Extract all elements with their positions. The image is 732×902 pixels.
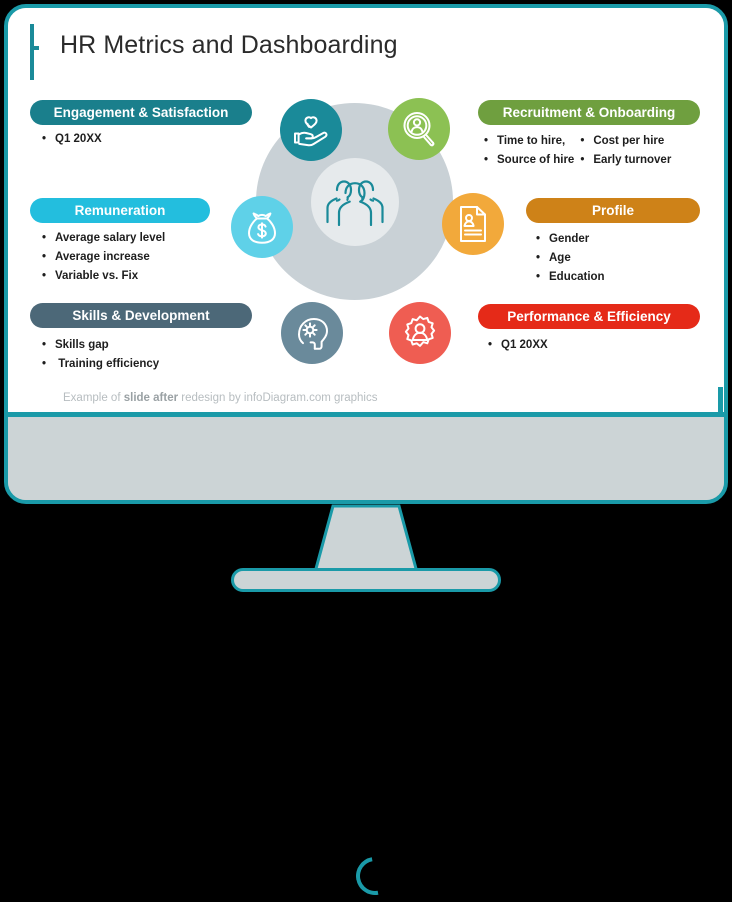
- money-bag-icon: [244, 208, 280, 246]
- label-engagement[interactable]: Engagement & Satisfaction: [30, 100, 252, 125]
- screenshot-root: HR Metrics and Dashboarding Engagement &…: [0, 0, 732, 902]
- label-recruitment[interactable]: Recruitment & Onboarding: [478, 100, 700, 125]
- monitor-lower-bezel: [8, 417, 724, 902]
- footer-suffix: redesign by infoDiagram.com graphics: [178, 392, 378, 404]
- page-title: HR Metrics and Dashboarding: [60, 31, 398, 59]
- head-gear-icon: [292, 315, 332, 351]
- title-accent-bar: [30, 24, 34, 80]
- diagram-center: [311, 158, 399, 246]
- person-magnifier-icon: [400, 110, 438, 148]
- node-skills[interactable]: [281, 302, 343, 364]
- node-profile[interactable]: [442, 193, 504, 255]
- heart-in-hand-icon: [292, 112, 330, 148]
- node-recruitment[interactable]: [388, 98, 450, 160]
- bullets-remuneration: Average salary level Average increase Va…: [42, 232, 165, 289]
- label-profile[interactable]: Profile: [526, 198, 700, 223]
- bullets-performance: Q1 20XX: [488, 339, 548, 358]
- bullets-recruitment-col2: Cost per hire Early turnover: [580, 135, 671, 173]
- bullets-skills: Skills gap Training efficiency: [42, 339, 159, 377]
- footer-bold: slide after: [123, 392, 179, 404]
- computer-monitor: HR Metrics and Dashboarding Engagement &…: [4, 4, 728, 902]
- loading-spinner-icon: [348, 849, 402, 902]
- node-engagement[interactable]: [280, 99, 342, 161]
- label-skills[interactable]: Skills & Development: [30, 303, 252, 328]
- id-document-icon: [457, 205, 489, 243]
- person-gear-icon: [400, 313, 440, 353]
- node-performance[interactable]: [389, 302, 451, 364]
- monitor-stand-neck: [283, 504, 449, 578]
- title-accent-notch: [30, 46, 39, 50]
- three-people-icon: [317, 174, 393, 231]
- monitor-screen: HR Metrics and Dashboarding Engagement &…: [8, 8, 724, 412]
- monitor-stand-base: [231, 568, 501, 592]
- node-remuneration[interactable]: [231, 196, 293, 258]
- bullets-recruitment: Time to hire, Source of hire Cost per hi…: [484, 135, 671, 173]
- bullets-profile: Gender Age Education: [536, 233, 605, 290]
- bullets-engagement: Q1 20XX: [42, 133, 102, 152]
- bullets-recruitment-col1: Time to hire, Source of hire: [484, 135, 574, 173]
- footer-credit: Example of slide after redesign by infoD…: [63, 392, 378, 404]
- footer-prefix: Example of: [63, 392, 124, 404]
- label-performance[interactable]: Performance & Efficiency: [478, 304, 700, 329]
- right-accent-tick: [718, 387, 723, 412]
- label-remuneration[interactable]: Remuneration: [30, 198, 210, 223]
